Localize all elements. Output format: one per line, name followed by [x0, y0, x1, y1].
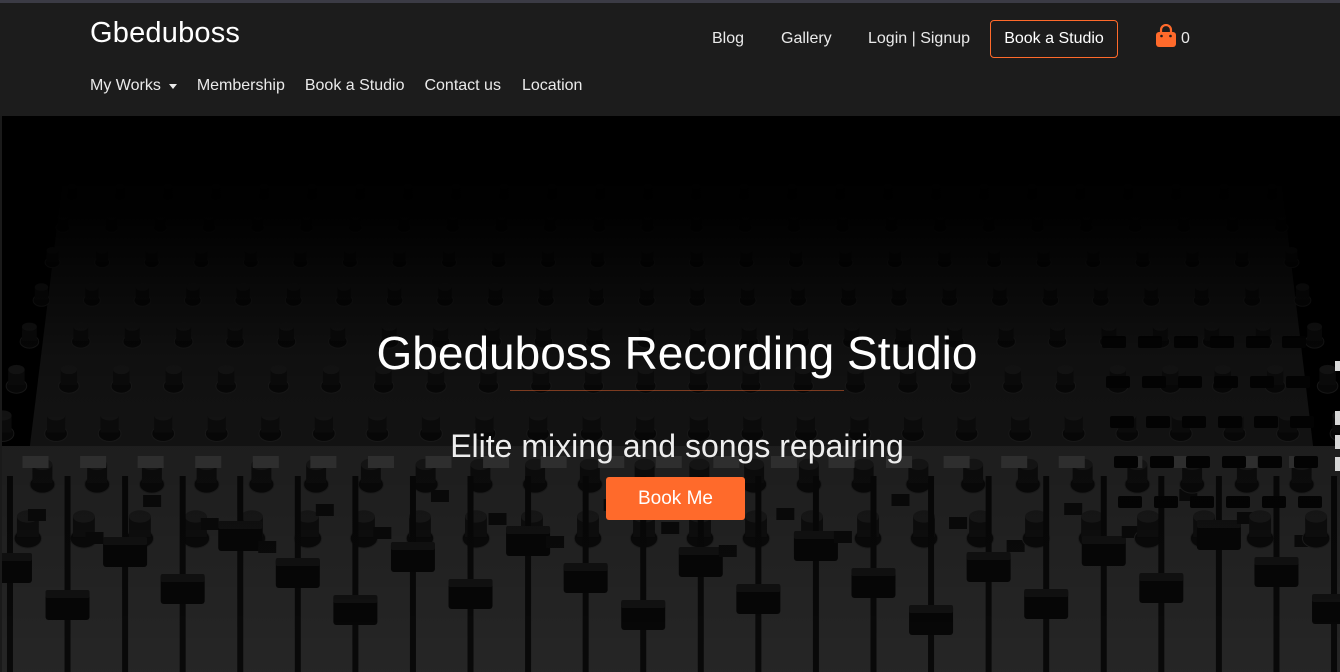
chevron-down-icon — [168, 83, 177, 89]
cart-count: 0 — [1181, 29, 1190, 47]
main-nav: My Works Membership Book a Studio Contac… — [90, 77, 582, 95]
nav-blog-link[interactable]: Blog — [712, 30, 744, 48]
hero-subtitle: Elite mixing and songs repairing — [450, 428, 904, 464]
nav-my-works-label: My Works — [90, 77, 161, 94]
hero-section: Gbeduboss Recording Studio Elite mixing … — [2, 116, 1340, 672]
shopping-bag-icon — [1155, 23, 1177, 53]
nav-gallery-link[interactable]: Gallery — [781, 30, 832, 48]
cart-link[interactable]: 0 — [1155, 23, 1190, 53]
book-me-button[interactable]: Book Me — [606, 477, 745, 520]
hero-title: Gbeduboss Recording Studio — [376, 327, 978, 379]
site-header: Gbeduboss Blog Gallery Login | Signup Bo… — [0, 3, 1340, 116]
hero-content: Gbeduboss Recording Studio Elite mixing … — [2, 116, 1340, 672]
nav-location-link[interactable]: Location — [522, 77, 583, 95]
book-studio-button[interactable]: Book a Studio — [990, 20, 1118, 58]
nav-membership-link[interactable]: Membership — [197, 77, 285, 95]
hero-divider — [510, 390, 844, 391]
side-widget-tabs[interactable] — [1334, 361, 1340, 471]
nav-book-studio-link[interactable]: Book a Studio — [305, 77, 405, 95]
nav-my-works-dropdown[interactable]: My Works — [90, 77, 177, 95]
brand-logo-link[interactable]: Gbeduboss — [90, 17, 240, 50]
nav-contact-link[interactable]: Contact us — [424, 77, 500, 95]
nav-login-signup-link[interactable]: Login | Signup — [868, 30, 970, 48]
